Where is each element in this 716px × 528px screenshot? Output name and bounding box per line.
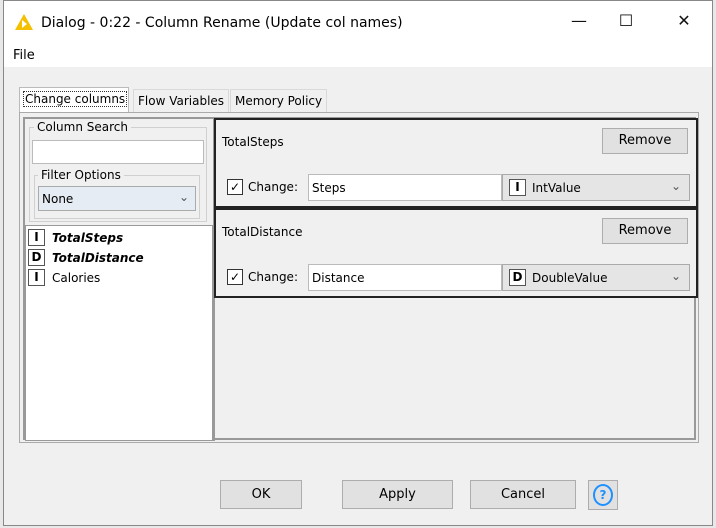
card-title: TotalSteps bbox=[222, 135, 284, 149]
menu-bar: File bbox=[4, 41, 712, 67]
change-checkbox[interactable]: ✓ bbox=[227, 179, 243, 195]
maximize-button[interactable]: ☐ bbox=[606, 9, 646, 33]
type-select[interactable]: I IntValue ⌄ bbox=[502, 174, 690, 201]
tab-memory-policy[interactable]: Memory Policy bbox=[230, 89, 327, 113]
rename-card-totalsteps: TotalSteps Remove ✓ Change: Steps I IntV… bbox=[214, 118, 698, 208]
int-type-icon: I bbox=[28, 229, 45, 246]
card-title: TotalDistance bbox=[222, 225, 303, 239]
int-type-icon: I bbox=[509, 179, 526, 196]
new-name-input[interactable]: Distance bbox=[308, 264, 502, 291]
column-search-group: Column Search Filter Options None ⌄ bbox=[29, 120, 207, 222]
tab-label: Change columns bbox=[22, 91, 128, 107]
column-name: TotalSteps bbox=[52, 231, 124, 245]
dialog-window: Dialog - 0:22 - Column Rename (Update co… bbox=[3, 0, 713, 526]
type-value: IntValue bbox=[532, 181, 581, 195]
title-bar: Dialog - 0:22 - Column Rename (Update co… bbox=[4, 1, 712, 41]
help-button[interactable]: ? bbox=[588, 480, 618, 510]
list-item[interactable]: I Calories bbox=[28, 268, 208, 288]
remove-button[interactable]: Remove bbox=[602, 218, 688, 244]
change-label: Change: bbox=[248, 270, 298, 284]
column-search-input[interactable] bbox=[32, 140, 204, 164]
tab-change-columns[interactable]: Change columns bbox=[19, 87, 129, 113]
remove-button[interactable]: Remove bbox=[602, 128, 688, 154]
list-item[interactable]: I TotalSteps bbox=[28, 228, 208, 248]
column-list[interactable]: I TotalSteps D TotalDistance I Calories bbox=[25, 225, 213, 441]
menu-file[interactable]: File bbox=[13, 48, 35, 63]
new-name-input[interactable]: Steps bbox=[308, 174, 502, 201]
ok-button[interactable]: OK bbox=[220, 480, 302, 509]
rename-card-totaldistance: TotalDistance Remove ✓ Change: Distance … bbox=[214, 208, 698, 298]
column-name: Calories bbox=[52, 271, 101, 285]
tab-flow-variables[interactable]: Flow Variables bbox=[133, 89, 229, 113]
filter-options-group: Filter Options None ⌄ bbox=[34, 168, 200, 219]
double-type-icon: D bbox=[509, 269, 526, 286]
type-value: DoubleValue bbox=[532, 271, 608, 285]
list-item[interactable]: D TotalDistance bbox=[28, 248, 208, 268]
int-type-icon: I bbox=[28, 269, 45, 286]
chevron-down-icon: ⌄ bbox=[670, 269, 681, 283]
change-label: Change: bbox=[248, 180, 298, 194]
filter-value: None bbox=[42, 192, 74, 206]
change-checkbox[interactable]: ✓ bbox=[227, 269, 243, 285]
help-icon: ? bbox=[593, 484, 613, 506]
minimize-button[interactable]: — bbox=[559, 9, 599, 33]
chevron-down-icon: ⌄ bbox=[670, 179, 681, 193]
apply-button[interactable]: Apply bbox=[342, 480, 453, 509]
chevron-down-icon: ⌄ bbox=[178, 190, 189, 204]
column-search-label: Column Search bbox=[34, 120, 131, 134]
knime-warning-icon bbox=[15, 14, 33, 30]
filter-options-label: Filter Options bbox=[38, 168, 124, 182]
cancel-button[interactable]: Cancel bbox=[470, 480, 576, 509]
column-name: TotalDistance bbox=[52, 251, 144, 265]
filter-options-select[interactable]: None ⌄ bbox=[38, 186, 196, 211]
close-button[interactable]: ✕ bbox=[664, 9, 704, 33]
type-select[interactable]: D DoubleValue ⌄ bbox=[502, 264, 690, 291]
double-type-icon: D bbox=[28, 249, 45, 266]
window-title: Dialog - 0:22 - Column Rename (Update co… bbox=[41, 15, 403, 31]
